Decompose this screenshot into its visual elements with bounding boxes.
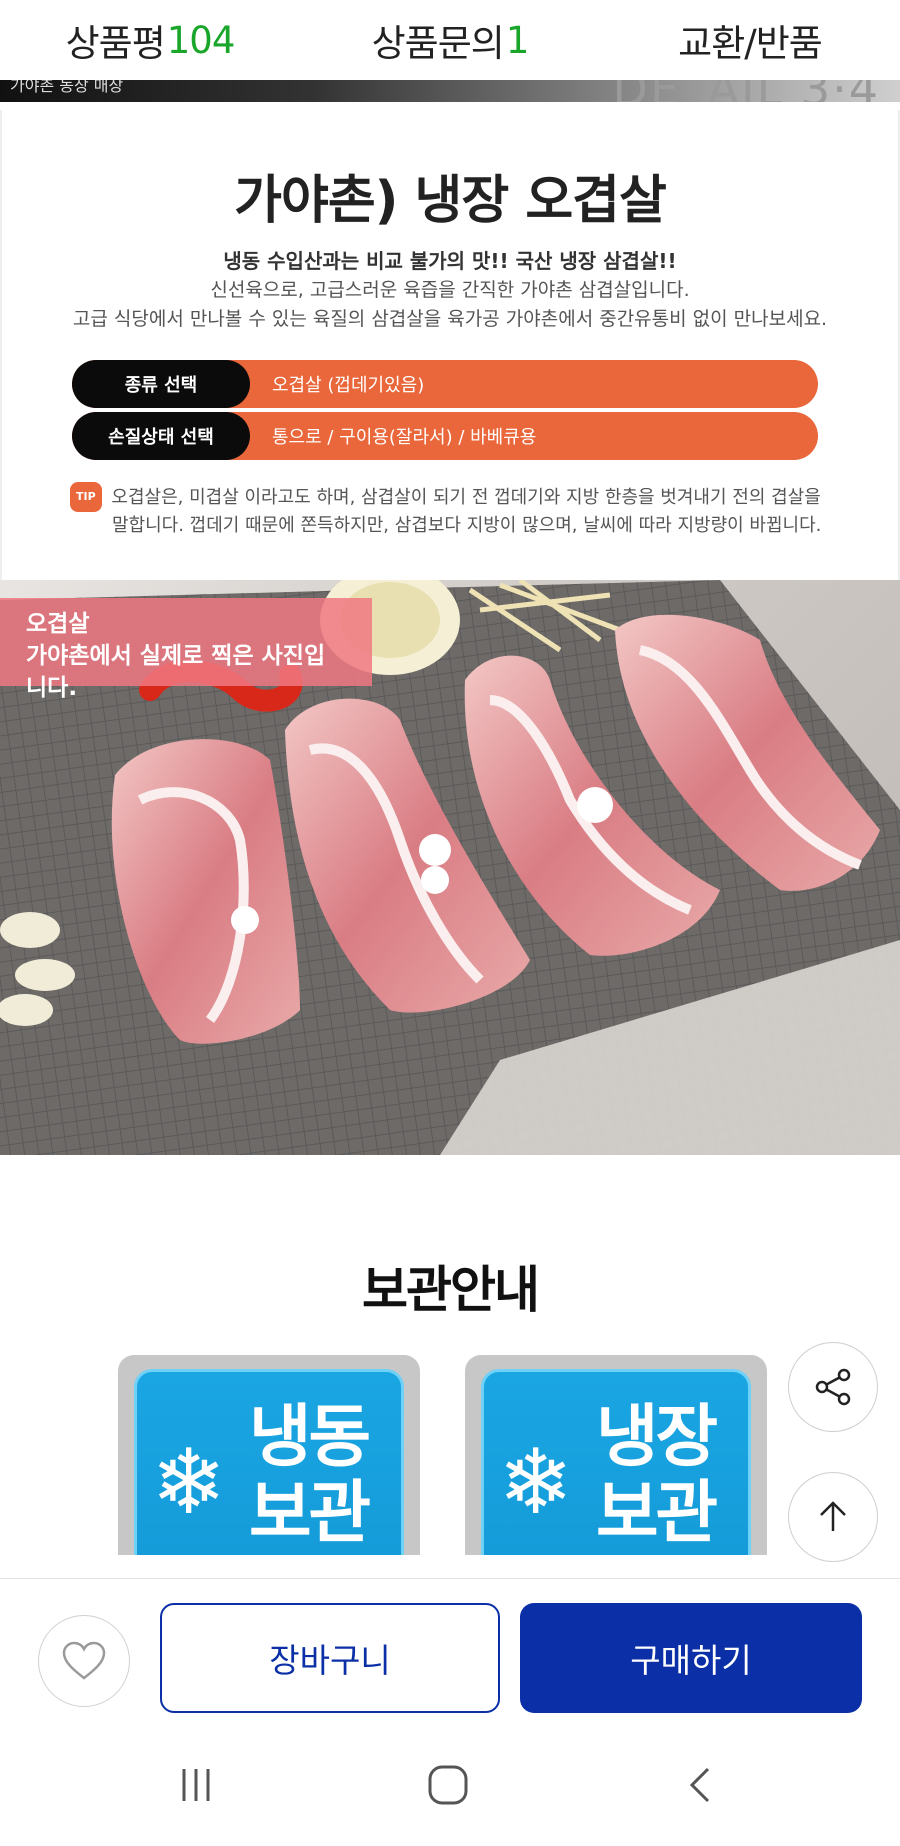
product-title: 가야촌) 냉장 오겹살 (234, 171, 667, 231)
back-button[interactable] (660, 1760, 740, 1810)
share-button[interactable] (788, 1342, 878, 1432)
storage-chilled-line-1: 냉장 (596, 1398, 718, 1477)
banner-left-text: 가야촌 농장 매장 (10, 80, 124, 95)
tip-badge: TIP (70, 482, 102, 512)
storage-card-frozen-inner: ❄ 냉동 보관 (134, 1369, 404, 1555)
product-description-2: 고급 식당에서 만나볼 수 있는 육질의 삼겹살을 육가공 가야촌에서 중간유통… (72, 308, 828, 330)
storage-card-frozen-text: 냉동 보관 (249, 1398, 371, 1553)
storage-card-chilled-inner: ❄ 냉장 보관 (481, 1369, 751, 1555)
option-row-type: 종류 선택 오겹살 (껍데기있음) (72, 360, 818, 408)
tip-line-1: 오겹살은, 미겹살 이라고도 하며, 삼겹살이 되기 전 껍데기와 지방 한층을… (111, 487, 821, 508)
snowflake-icon: ❄ (151, 1430, 227, 1535)
tip-line-2: 말합니다. 껍데기 때문에 쫀득하지만, 삼겹보다 지방이 많으며, 날씨에 따… (112, 515, 822, 536)
wishlist-button[interactable] (38, 1615, 130, 1707)
photo-caption-line-1: 오겹살 (26, 611, 90, 637)
storage-card-chilled: ❄ 냉장 보관 (465, 1355, 767, 1555)
option-type-label: 종류 선택 (72, 360, 250, 408)
add-to-cart-button[interactable]: 장바구니 (160, 1603, 500, 1713)
product-lead: 냉동 수입산과는 비교 불가의 맛!! 국산 냉장 삼겹살!! (223, 249, 677, 273)
tip-note: TIP 오겹살은, 미겹살 이라고도 하며, 삼겹살이 되기 전 껍데기와 지방… (70, 482, 850, 540)
storage-card-chilled-text: 냉장 보관 (596, 1398, 718, 1553)
storage-frozen-line-2: 보관 (249, 1474, 371, 1553)
option-row-prep: 손질상태 선택 통으로 / 구이용(잘라서) / 바베큐용 (72, 412, 818, 460)
purchase-action-bar: 장바구니 구매하기 (0, 1578, 900, 1729)
tab-reviews-count: 104 (166, 18, 236, 62)
tab-exchange-return[interactable]: 교환/반품 (600, 0, 900, 80)
recent-apps-icon (182, 1769, 210, 1801)
tab-exchange-label: 교환/반품 (678, 22, 823, 65)
recent-apps-button[interactable] (156, 1760, 236, 1810)
arrow-up-icon (820, 1501, 846, 1531)
option-prep-value: 통으로 / 구이용(잘라서) / 바베큐용 (272, 427, 537, 448)
tab-inquiries-label: 상품문의 (371, 22, 505, 65)
snowflake-icon: ❄ (498, 1430, 574, 1535)
home-button[interactable] (408, 1760, 488, 1810)
buy-now-button[interactable]: 구매하기 (520, 1603, 862, 1713)
storage-card-frozen: ❄ 냉동 보관 (118, 1355, 420, 1555)
system-navigation-bar (0, 1728, 900, 1846)
photo-caption: 오겹살 가야촌에서 실제로 찍은 사진입니다. (0, 598, 372, 701)
tab-reviews[interactable]: 상품평 104 (0, 0, 300, 80)
back-icon (689, 1767, 710, 1803)
product-description-1: 신선육으로, 고급스러운 육즙을 간직한 가야촌 삼겹살입니다. (210, 279, 690, 301)
detail-banner-strip: 가야촌 농장 매장 DETAIL 3·4 (0, 80, 900, 102)
option-type-value: 오겹살 (껍데기있음) (272, 375, 425, 396)
storage-title: 보관안내 (362, 1261, 540, 1319)
storage-chilled-line-2: 보관 (596, 1474, 718, 1553)
banner-right-text: DETAIL 3·4 (613, 80, 880, 102)
tab-inquiries[interactable]: 상품문의 1 (300, 0, 600, 80)
product-tabs: 상품평 104 상품문의 1 교환/반품 (0, 0, 900, 80)
home-icon (428, 1765, 468, 1805)
product-photo: 오겹살 가야촌에서 실제로 찍은 사진입니다. (0, 580, 900, 1155)
share-icon (815, 1368, 851, 1406)
scroll-top-button[interactable] (788, 1472, 878, 1562)
heart-icon (62, 1641, 106, 1680)
option-prep-label: 손질상태 선택 (72, 412, 250, 460)
product-intro-card: 가야촌) 냉장 오겹살 냉동 수입산과는 비교 불가의 맛!! 국산 냉장 삼겹… (0, 110, 900, 580)
photo-caption-line-2: 가야촌에서 실제로 찍은 사진입니다. (26, 643, 326, 701)
storage-frozen-line-1: 냉동 (249, 1398, 371, 1477)
tab-inquiries-count: 1 (505, 18, 530, 62)
tab-reviews-label: 상품평 (65, 22, 166, 65)
